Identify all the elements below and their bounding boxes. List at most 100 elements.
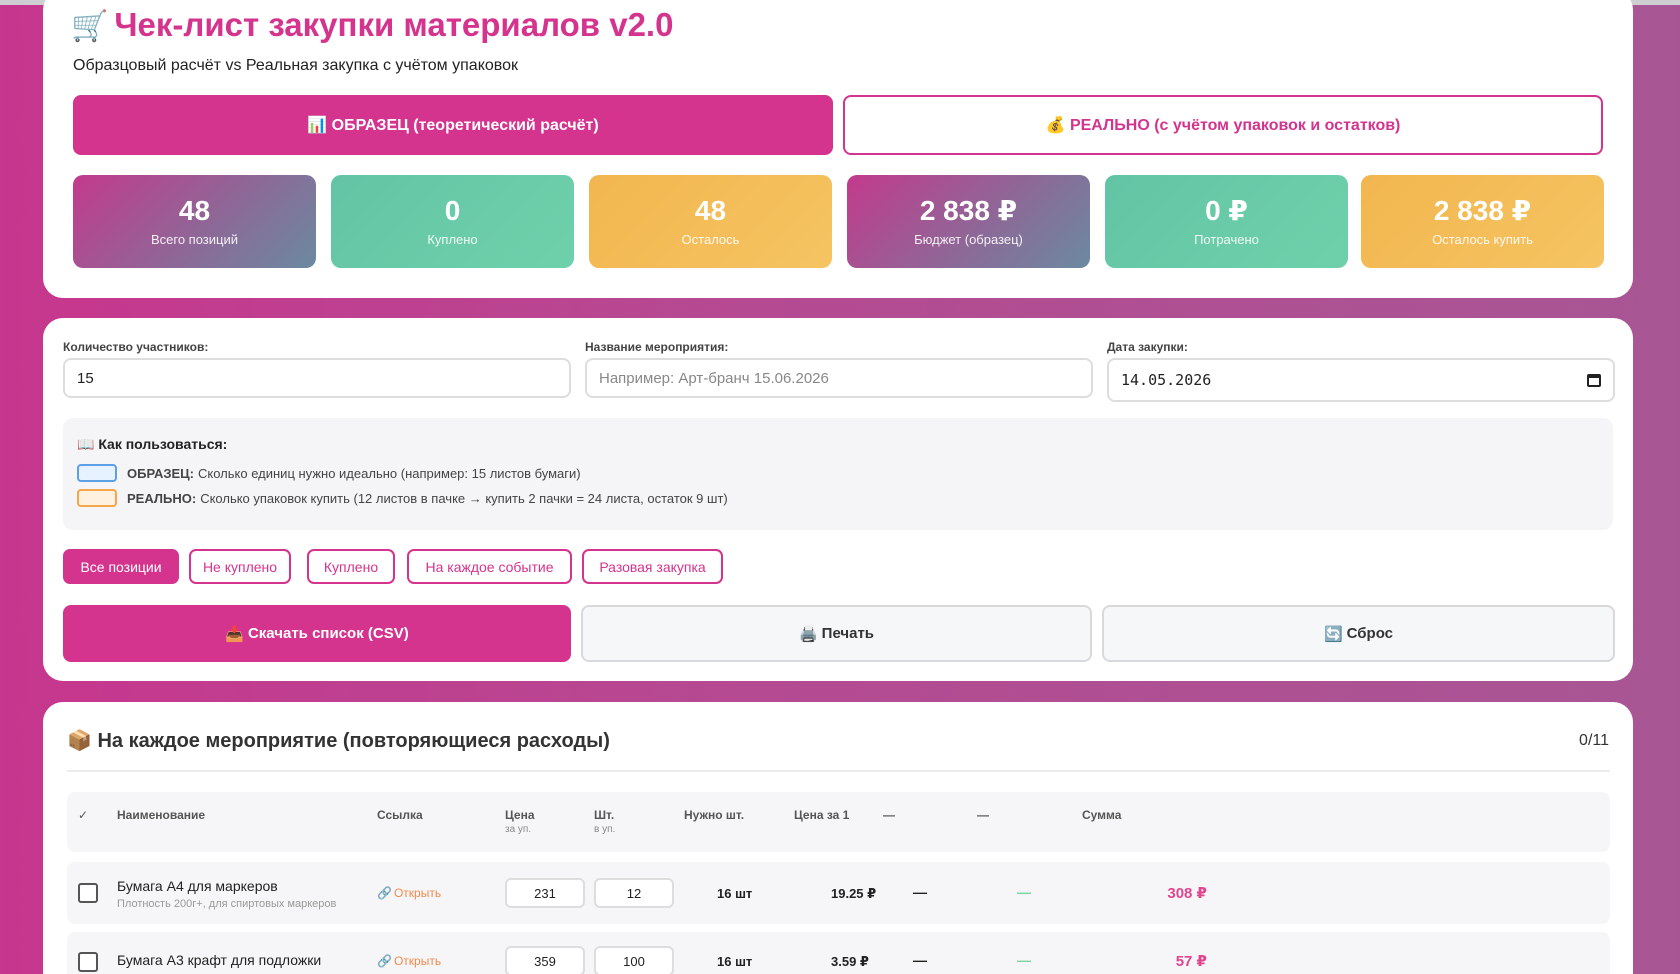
legend-sample-text: Сколько единиц нужно идеально (например:… [198,465,581,481]
item-link[interactable]: 🔗 Открыть [377,886,441,900]
unit-price: 3.59 ₽ [831,954,869,969]
filter-all[interactable]: Все позиции [63,549,179,584]
participants-label: Количество участников: [63,340,209,354]
stat-label: Осталось [681,232,740,248]
print-button[interactable]: 🖨️ Печать [581,605,1092,662]
participants-input[interactable]: 15 [63,358,571,398]
mode-real-button[interactable]: 💰 РЕАЛЬНО (с учётом упаковок и остатков) [843,95,1603,155]
link-icon: 🔗 [377,886,392,900]
mode-sample-button[interactable]: 📊 ОБРАЗЕЦ (теоретический расчёт) [73,95,833,155]
stat-value: 48 [178,194,211,226]
col-qty-label: Шт. [594,808,615,822]
row-checkbox[interactable] [78,883,98,903]
col-unit-price: Цена за 1 [794,808,850,822]
row-checkbox[interactable] [78,952,98,972]
stat-value: 0 ₽ [1205,194,1248,226]
filter-one-time[interactable]: Разовая закупка [582,549,723,584]
stat-value: 48 [694,194,727,226]
table-header: ✓ Наименование Ссылка Цена за уп. Шт. в уп… [67,792,1610,852]
item-link-label: Открыть [393,886,442,900]
controls-card: Количество участников: 15 Название мероп… [43,318,1633,681]
col-price-sub: за уп. [505,824,532,835]
stat-total: 48 Всего позиций [73,175,316,268]
legend-real-key: РЕАЛЬНО: [127,490,197,506]
link-icon: 🔗 [377,954,392,968]
stat-label: Куплено [427,232,478,248]
stat-budget: 2 838 ₽ Бюджет (образец) [847,175,1090,268]
section-card: 📦 На каждое мероприятие (повторяющиеся р… [43,702,1633,974]
legend-sample: ОБРАЗЕЦ: Сколько единиц нужно идеально (… [77,464,581,482]
section-divider [67,770,1610,772]
col-need: Нужно шт. [684,808,745,822]
page-title: 🛒 Чек-лист закупки материалов v2.0 [71,6,673,44]
stat-value: 0 [444,194,461,226]
col-dash-2: — [977,808,989,822]
legend-real: РЕАЛЬНО: Сколько упаковок купить (12 лис… [77,489,728,507]
section-count: 0/11 [1579,732,1609,749]
stat-bought: 0 Куплено [331,175,574,268]
shopping-cart-icon: 🛒 [71,10,109,43]
legend-swatch-orange [77,489,117,507]
need-qty: 16 шт [717,886,753,901]
row-sum: 57 ₽ [1175,953,1207,970]
qty-input[interactable]: 12 [594,878,674,908]
col-price-label: Цена [505,808,535,822]
col-qty-sub: в уп. [594,824,616,835]
event-name-input[interactable]: Например: Арт-бранч 15.06.2026 [585,358,1093,398]
item-link-label: Открыть [393,954,442,968]
table-row: Бумага А3 крафт для подложки 🔗 Открыть 35… [67,932,1610,974]
stat-value: 2 838 ₽ [919,194,1018,226]
col-qty: Шт. в уп. [594,808,615,835]
dash-value-2: — [1017,884,1031,900]
event-name-label: Название мероприятия: [585,340,729,354]
stat-spent: 0 ₽ Потрачено [1105,175,1348,268]
header-card: 🛒 Чек-лист закупки материалов v2.0 Образц… [43,0,1633,298]
reset-label: Сброс [1346,625,1394,642]
page-subtitle: Образцовый расчёт vs Реальная закупка с … [73,57,518,74]
section-title: 📦 На каждое мероприятие (повторяющиеся р… [67,730,610,752]
download-tray-icon: 📥 [225,625,244,643]
need-qty: 16 шт [717,954,753,969]
dash-value-2: — [1017,952,1031,968]
legend-swatch-blue [77,464,117,482]
purchase-date-label: Дата закупки: [1107,340,1188,354]
stat-label: Осталось купить [1432,232,1533,248]
stat-label: Всего позиций [150,232,238,248]
dash-value-1: — [913,952,927,968]
stat-left-to-buy: 2 838 ₽ Осталось купить [1361,175,1604,268]
qty-input[interactable]: 100 [594,946,674,974]
print-label: Печать [821,625,875,642]
stat-label: Потрачено [1194,232,1259,248]
item-link[interactable]: 🔗 Открыть [377,954,441,968]
dash-value-1: — [913,884,927,900]
calendar-icon[interactable] [1587,373,1601,387]
col-dash-1: — [883,808,895,822]
filter-bought[interactable]: Куплено [307,549,395,584]
col-sum: Сумма [1082,808,1122,822]
price-input[interactable]: 359 [505,946,585,974]
col-price: Цена за уп. [505,808,535,835]
printer-icon: 🖨️ [798,625,818,643]
download-csv-label: Скачать список (CSV) [247,625,409,642]
howto-title: 📖 Как пользоваться: [77,436,228,452]
legend-sample-key: ОБРАЗЕЦ: [127,465,195,481]
legend-real-text: Сколько упаковок купить (12 листов в пач… [200,490,728,506]
stat-value: 2 838 ₽ [1433,194,1532,226]
download-csv-button[interactable]: 📥 Скачать список (CSV) [63,605,571,662]
unit-price: 19.25 ₽ [831,886,877,901]
purchase-date-input[interactable]: 14.05.2026 [1107,358,1615,402]
col-check: ✓ [78,808,89,822]
reset-button[interactable]: 🔄 Сброс [1102,605,1615,662]
stat-remaining: 48 Осталось [589,175,832,268]
item-description: Плотность 200г+, для спиртовых маркеров [117,898,337,910]
purchase-date-value: 14.05.2026 [1121,371,1212,389]
item-name: Бумага А3 крафт для подложки [117,952,322,968]
item-name: Бумага А4 для маркеров [117,878,278,894]
col-link: Ссылка [377,808,423,822]
col-name: Наименование [117,808,206,822]
filter-not-bought[interactable]: Не куплено [189,549,291,584]
price-input[interactable]: 231 [505,878,585,908]
filter-each-event[interactable]: На каждое событие [407,549,572,584]
refresh-icon: 🔄 [1323,625,1343,643]
table-row: Бумага А4 для маркеров Плотность 200г+, … [67,862,1610,924]
